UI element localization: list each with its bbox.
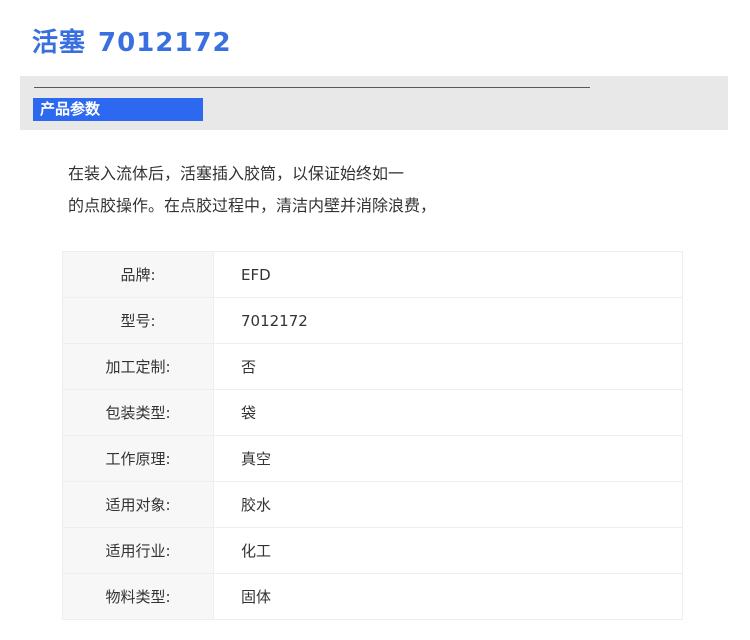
description-line: 在装入流体后，活塞插入胶筒，以保证始终如一 xyxy=(68,164,405,183)
product-name: 活塞 xyxy=(32,28,87,58)
spec-table: 品牌: EFD 型号: 7012172 加工定制: 否 包装类型: 袋 工作原理… xyxy=(62,251,683,620)
spec-value: 袋 xyxy=(213,389,683,436)
section-label: 产品参数 xyxy=(33,98,203,121)
spec-value: 固体 xyxy=(213,573,683,620)
table-row: 适用对象: 胶水 xyxy=(62,481,683,528)
spec-value: EFD xyxy=(213,251,683,298)
spec-value: 真空 xyxy=(213,435,683,482)
spec-key: 品牌: xyxy=(62,251,214,298)
section-header: 产品参数 xyxy=(20,76,728,130)
description-line: 的点胶操作。在点胶过程中，清洁内壁并消除浪费， xyxy=(68,196,437,215)
spec-key: 包装类型: xyxy=(62,389,214,436)
table-row: 适用行业: 化工 xyxy=(62,527,683,574)
spec-key: 工作原理: xyxy=(62,435,214,482)
table-row: 包装类型: 袋 xyxy=(62,389,683,436)
table-row: 型号: 7012172 xyxy=(62,297,683,344)
spec-key: 加工定制: xyxy=(62,343,214,390)
product-code: 7012172 xyxy=(98,28,232,58)
spec-value: 胶水 xyxy=(213,481,683,528)
table-row: 工作原理: 真空 xyxy=(62,435,683,482)
spec-value: 化工 xyxy=(213,527,683,574)
product-description: 在装入流体后，活塞插入胶筒，以保证始终如一 的点胶操作。在点胶过程中，清洁内壁并… xyxy=(68,158,708,222)
spec-value: 7012172 xyxy=(213,297,683,344)
table-row: 品牌: EFD xyxy=(62,251,683,298)
divider xyxy=(34,87,590,88)
table-row: 加工定制: 否 xyxy=(62,343,683,390)
product-page: 活塞 7012172 产品参数 在装入流体后，活塞插入胶筒，以保证始终如一 的点胶… xyxy=(0,0,750,640)
spec-key: 适用对象: xyxy=(62,481,214,528)
spec-key: 型号: xyxy=(62,297,214,344)
spec-key: 物料类型: xyxy=(62,573,214,620)
table-row: 物料类型: 固体 xyxy=(62,573,683,620)
page-title: 活塞 7012172 xyxy=(32,22,232,59)
spec-key: 适用行业: xyxy=(62,527,214,574)
spec-value: 否 xyxy=(213,343,683,390)
